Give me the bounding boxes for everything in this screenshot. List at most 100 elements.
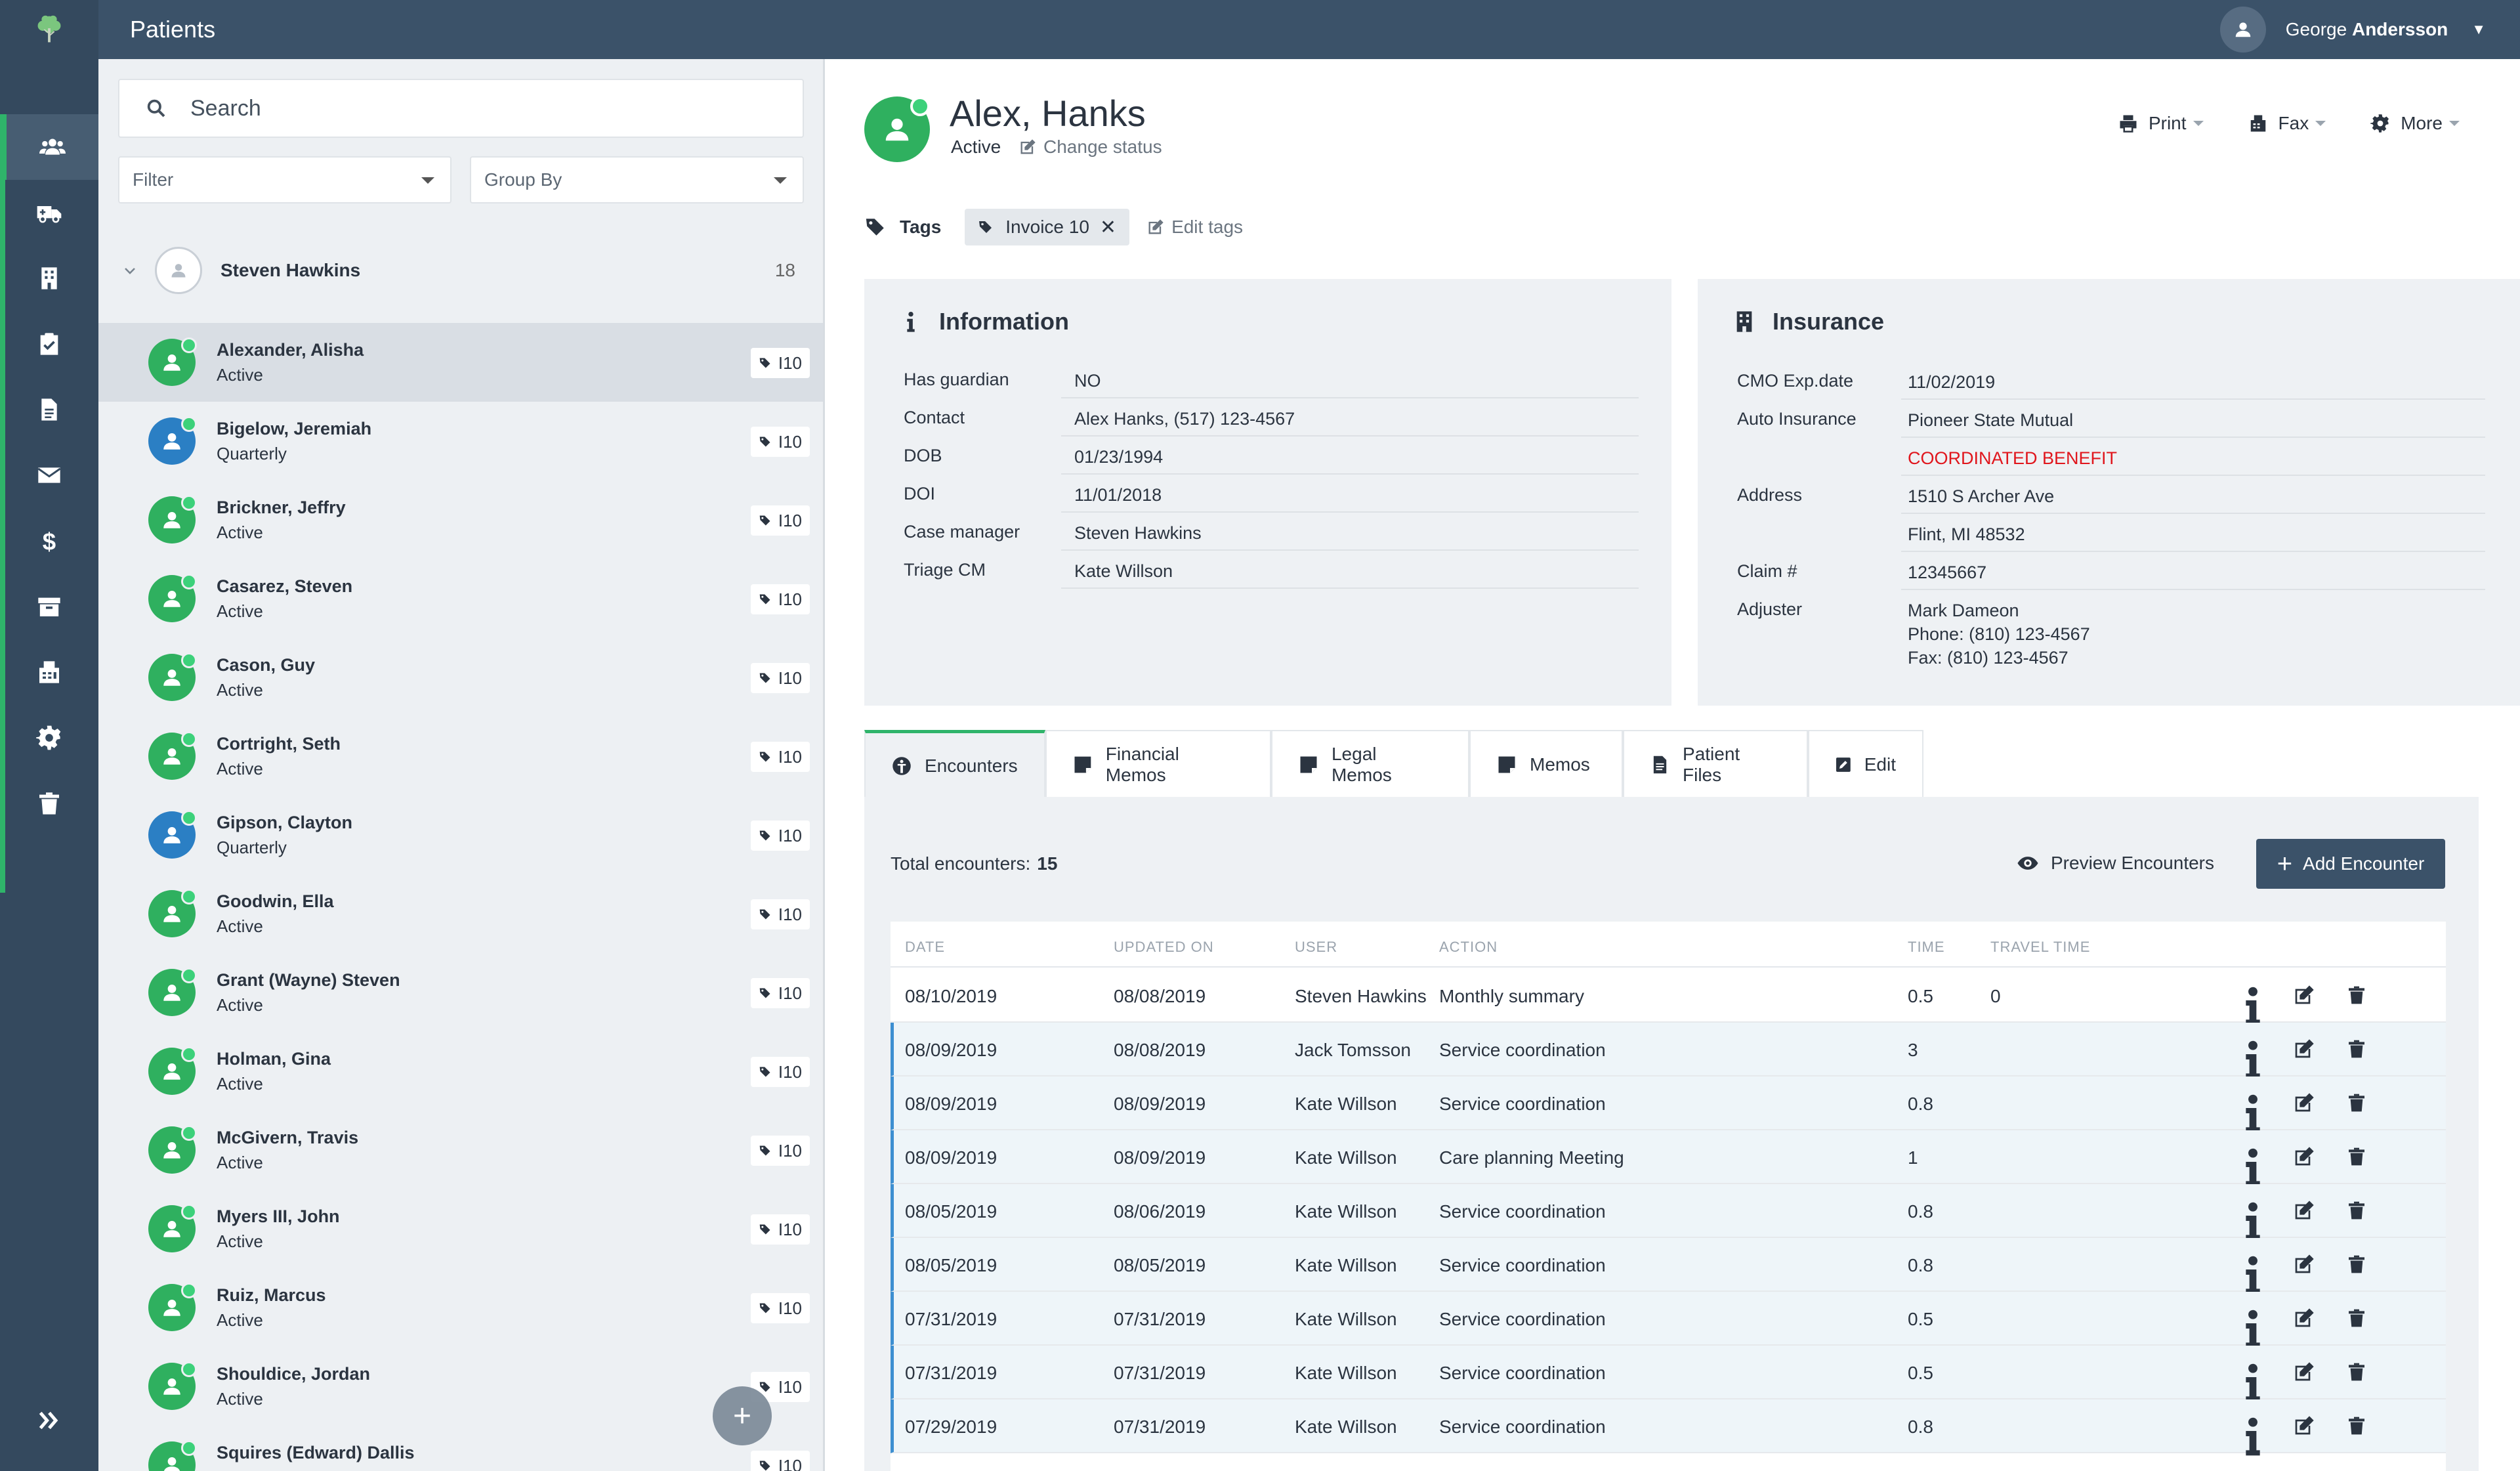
table-row[interactable]: 08/09/2019 08/09/2019 Kate Willson Service … [891, 1077, 2446, 1133]
patient-tag-badge[interactable]: I10 [750, 1136, 810, 1166]
row-edit-button[interactable] [2294, 1146, 2315, 1167]
column-header[interactable]: TRAVEL TIME [1990, 939, 2090, 956]
patient-list-item[interactable]: Alexander, Alisha Active I10 [98, 323, 823, 402]
table-row[interactable]: 07/29/2019 07/31/2019 Kate Willson Service … [891, 1399, 2446, 1456]
row-delete-button[interactable] [2346, 1361, 2367, 1382]
tab-legal-memos[interactable]: Legal Memos [1271, 730, 1469, 798]
row-delete-button[interactable] [2346, 1200, 2367, 1221]
row-edit-button[interactable] [2294, 1308, 2315, 1329]
patient-tag-badge[interactable]: I10 [750, 742, 810, 772]
patient-tag-badge[interactable]: I10 [750, 899, 810, 929]
nav-trash[interactable] [0, 771, 98, 836]
nav-patients[interactable] [0, 114, 98, 180]
row-delete-button[interactable] [2346, 1038, 2367, 1059]
patient-tag-badge[interactable]: I10 [750, 584, 810, 614]
row-edit-button[interactable] [2294, 1038, 2315, 1059]
patient-list-item[interactable]: Brickner, Jeffry Active I10 [98, 480, 823, 559]
row-info-button[interactable] [2242, 1038, 2263, 1079]
patient-tag-badge[interactable]: I10 [750, 427, 810, 457]
nav-documents[interactable] [0, 377, 98, 442]
patient-list-item[interactable]: McGivern, Travis Active I10 [98, 1111, 823, 1189]
table-row[interactable]: 08/05/2019 08/05/2019 Kate Willson Service … [891, 1238, 2446, 1294]
app-logo[interactable] [0, 0, 98, 59]
patient-list-item[interactable]: Casarez, Steven Active I10 [98, 559, 823, 638]
print-button[interactable]: Print [2118, 113, 2204, 134]
tag-chip[interactable]: Invoice 10 ✕ [965, 209, 1130, 245]
row-edit-button[interactable] [2294, 1092, 2315, 1113]
table-row[interactable]: 07/31/2019 07/31/2019 Kate Willson Service … [891, 1292, 2446, 1348]
patient-list-item[interactable]: Ruiz, Marcus Active I10 [98, 1268, 823, 1347]
group-header[interactable]: Steven Hawkins 18 [98, 238, 823, 303]
tab-patient-files[interactable]: Patient Files [1623, 730, 1808, 798]
row-info-button[interactable] [2242, 1146, 2263, 1187]
row-delete-button[interactable] [2346, 985, 2367, 1006]
row-edit-button[interactable] [2294, 1200, 2315, 1221]
tab-edit[interactable]: Edit [1808, 730, 1923, 798]
nav-tasks[interactable] [0, 311, 98, 377]
tab-memos[interactable]: Memos [1469, 730, 1623, 798]
patient-tag-badge[interactable]: I10 [750, 1451, 810, 1471]
row-info-button[interactable] [2242, 1415, 2263, 1456]
table-row[interactable]: 08/10/2019 08/08/2019 Steven Hawkins Monthl… [891, 969, 2446, 1025]
patient-tag-badge[interactable]: I10 [750, 348, 810, 378]
patient-tag-badge[interactable]: I10 [750, 1214, 810, 1245]
table-row[interactable]: 08/09/2019 08/09/2019 Kate Willson Care pla… [891, 1130, 2446, 1187]
nav-settings[interactable] [0, 705, 98, 771]
row-delete-button[interactable] [2346, 1146, 2367, 1167]
patient-list-item[interactable]: Holman, Gina Active I10 [98, 1032, 823, 1111]
column-header[interactable]: TIME [1908, 939, 1945, 956]
row-delete-button[interactable] [2346, 1254, 2367, 1275]
patient-tag-badge[interactable]: I10 [750, 1057, 810, 1087]
user-menu[interactable]: George Andersson ▼ [2219, 0, 2486, 59]
patient-tag-badge[interactable]: I10 [750, 978, 810, 1008]
filter-dropdown[interactable]: Filter [118, 156, 452, 203]
table-row[interactable]: 07/31/2019 07/31/2019 Kate Willson Service … [891, 1346, 2446, 1402]
patient-search[interactable] [118, 79, 804, 138]
edit-tags-link[interactable]: Edit tags [1146, 217, 1243, 238]
nav-fax[interactable] [0, 639, 98, 705]
patient-tag-badge[interactable]: I10 [750, 505, 810, 536]
patient-list-item[interactable]: Grant (Wayne) Steven Active I10 [98, 953, 823, 1032]
fax-button[interactable]: Fax [2248, 113, 2326, 134]
add-patient-button[interactable]: + [713, 1386, 772, 1445]
search-input[interactable] [190, 95, 781, 121]
patient-tag-badge[interactable]: I10 [750, 821, 810, 851]
nav-facilities[interactable] [0, 245, 98, 311]
column-header[interactable]: UPDATED ON [1114, 939, 1214, 956]
row-edit-button[interactable] [2294, 985, 2315, 1006]
change-status-link[interactable]: Change status [1018, 137, 1162, 158]
patient-list-item[interactable]: Bigelow, Jeremiah Quarterly I10 [98, 402, 823, 480]
nav-messages[interactable] [0, 442, 98, 508]
row-info-button[interactable] [2242, 1308, 2263, 1348]
row-info-button[interactable] [2242, 1200, 2263, 1241]
row-info-button[interactable] [2242, 1092, 2263, 1133]
column-header[interactable]: DATE [905, 939, 945, 956]
remove-tag-icon[interactable]: ✕ [1100, 216, 1116, 239]
nav-archive[interactable] [0, 574, 98, 639]
column-header[interactable]: USER [1295, 939, 1337, 956]
row-edit-button[interactable] [2294, 1361, 2315, 1382]
row-info-button[interactable] [2242, 1254, 2263, 1294]
patient-list-item[interactable]: Myers III, John Active I10 [98, 1189, 823, 1268]
row-info-button[interactable] [2242, 985, 2263, 1025]
add-encounter-button[interactable]: + Add Encounter [2256, 839, 2445, 889]
row-info-button[interactable] [2242, 1361, 2263, 1402]
tab-financial-memos[interactable]: Financial Memos [1045, 730, 1271, 798]
more-button[interactable]: More [2370, 113, 2460, 134]
table-row[interactable]: 08/09/2019 08/08/2019 Jack Tomsson Service … [891, 1023, 2446, 1079]
nav-billing[interactable]: $ [0, 508, 98, 574]
patient-tag-badge[interactable]: I10 [750, 663, 810, 693]
row-edit-button[interactable] [2294, 1254, 2315, 1275]
tab-encounters[interactable]: Encounters [864, 730, 1045, 798]
column-header[interactable]: ACTION [1439, 939, 1498, 956]
patient-list-item[interactable]: Cason, Guy Active I10 [98, 638, 823, 717]
patient-list-item[interactable]: Cortright, Seth Active I10 [98, 717, 823, 796]
row-delete-button[interactable] [2346, 1308, 2367, 1329]
row-delete-button[interactable] [2346, 1415, 2367, 1436]
patient-list-item[interactable]: Gipson, Clayton Quarterly I10 [98, 796, 823, 874]
patient-list-item[interactable]: Squires (Edward) Dallis Active I10 [98, 1426, 823, 1471]
patient-list-item[interactable]: Goodwin, Ella Active I10 [98, 874, 823, 953]
patient-tag-badge[interactable]: I10 [750, 1293, 810, 1323]
row-delete-button[interactable] [2346, 1092, 2367, 1113]
table-row[interactable]: 08/05/2019 08/06/2019 Kate Willson Service … [891, 1184, 2446, 1241]
